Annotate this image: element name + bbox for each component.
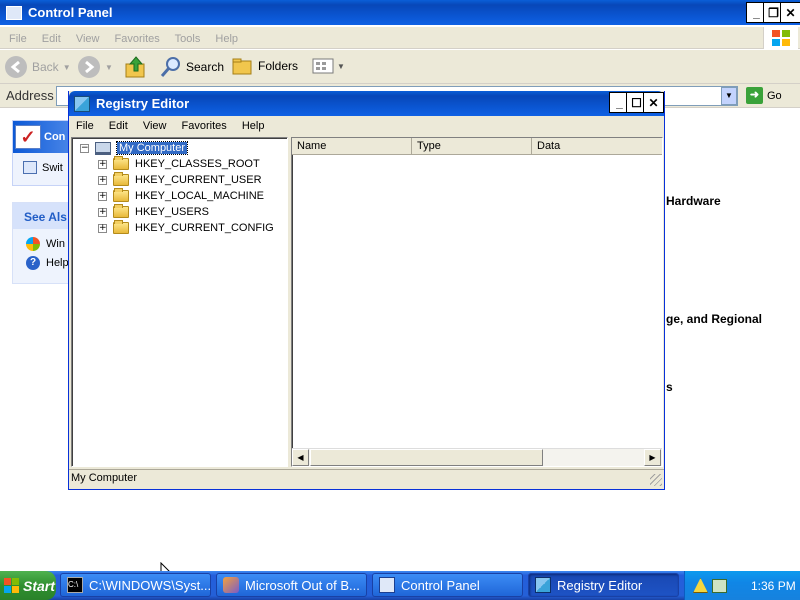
folder-icon — [113, 220, 129, 234]
collapse-toggle-icon[interactable]: − — [80, 143, 89, 153]
folder-icon — [113, 156, 129, 170]
start-button[interactable]: Start — [0, 571, 56, 600]
registry-editor-title: Registry Editor — [96, 96, 190, 111]
resize-grip-icon[interactable] — [650, 474, 662, 486]
menu-tools[interactable]: Tools — [175, 33, 201, 45]
expand-toggle-icon[interactable]: + — [98, 191, 107, 201]
column-header-name[interactable]: Name — [292, 138, 412, 155]
folder-icon — [113, 188, 129, 202]
search-icon — [160, 57, 180, 77]
tree-item-hkey[interactable]: + HKEY_LOCAL_MACHINE — [98, 188, 264, 204]
folders-icon — [232, 58, 252, 75]
column-header-type[interactable]: Type — [412, 138, 532, 155]
scroll-left-button[interactable]: ◀ — [292, 449, 309, 466]
oobe-icon — [223, 577, 239, 593]
registry-editor-task-icon — [535, 577, 551, 593]
scroll-right-button[interactable]: ▶ — [644, 449, 661, 466]
expand-toggle-icon[interactable]: + — [98, 175, 107, 185]
control-panel-titlebar[interactable]: Control Panel _ ❐ ✕ — [0, 0, 800, 25]
control-panel-icon — [6, 5, 22, 20]
views-icon — [312, 58, 334, 74]
registry-values-pane[interactable]: Name Type Data ◀ ▶ — [291, 137, 663, 467]
up-folder-button[interactable] — [124, 55, 148, 82]
menu-view[interactable]: View — [76, 33, 100, 45]
tree-item-hkey[interactable]: + HKEY_USERS — [98, 204, 209, 220]
taskbar-button-control-panel[interactable]: Control Panel — [372, 573, 523, 597]
see-also-windows-update[interactable]: Win — [13, 229, 71, 251]
category-hardware[interactable]: Hardware — [666, 194, 721, 208]
tree-item-hkey[interactable]: + HKEY_CURRENT_CONFIG — [98, 220, 274, 236]
status-bar: My Computer — [69, 469, 664, 488]
switch-view-link[interactable]: Swit — [13, 153, 71, 174]
tree-item-hkey[interactable]: + HKEY_CLASSES_ROOT — [98, 156, 260, 172]
regedit-close-button[interactable]: ✕ — [643, 92, 664, 113]
tree-item-my-computer[interactable]: − My Computer — [80, 140, 189, 156]
switch-view-icon — [23, 161, 37, 174]
computer-icon — [95, 141, 111, 155]
menu-favorites[interactable]: Favorites — [115, 33, 160, 45]
search-button[interactable]: Search — [160, 56, 224, 78]
see-also-title: See Als — [13, 203, 71, 229]
back-button[interactable]: Back ▼ — [4, 55, 71, 79]
clock[interactable]: 1:36 PM — [751, 579, 796, 593]
menu-help[interactable]: Help — [215, 33, 238, 45]
my-computer-label: My Computer — [115, 141, 189, 155]
windows-update-icon — [26, 237, 40, 251]
regedit-menu-file[interactable]: File — [76, 120, 94, 132]
address-label: Address — [6, 88, 54, 103]
control-panel-task-pane: ✓ Con Swit — [12, 120, 72, 186]
address-dropdown-button[interactable]: ▼ — [721, 87, 737, 105]
security-alert-icon[interactable] — [693, 578, 708, 593]
folder-icon — [113, 204, 129, 218]
control-panel-task-icon — [379, 577, 395, 593]
menu-edit[interactable]: Edit — [42, 33, 61, 45]
taskbar-button-registry-editor[interactable]: Registry Editor — [528, 573, 679, 597]
go-arrow-icon: ➜ — [746, 87, 763, 104]
go-button[interactable]: ➜ Go — [746, 87, 782, 104]
category-accessibility[interactable]: s — [666, 380, 673, 394]
taskbar-button-cmd[interactable]: C:\ C:\WINDOWS\Syst... — [60, 573, 211, 597]
scroll-thumb[interactable] — [310, 449, 543, 466]
network-icon[interactable] — [712, 578, 727, 593]
regedit-menu-help[interactable]: Help — [242, 120, 265, 132]
registry-tree-pane[interactable]: − My Computer + HKEY_CLASSES_ROOT + HKEY_C… — [71, 137, 288, 467]
category-regional[interactable]: ge, and Regional — [666, 312, 762, 326]
checklist-icon: ✓ — [15, 125, 41, 149]
registry-editor-window: Registry Editor _ ☐ ✕ File Edit View Fav… — [68, 91, 665, 490]
expand-toggle-icon[interactable]: + — [98, 207, 107, 217]
control-panel-toolbar: Back ▼ ▼ Search Folders ▼ — [0, 50, 800, 84]
taskbar-button-oobe[interactable]: Microsoft Out of B... — [216, 573, 367, 597]
tree-item-hkey[interactable]: + HKEY_CURRENT_USER — [98, 172, 262, 188]
see-also-help[interactable]: ? Help — [13, 251, 71, 270]
regedit-menu-edit[interactable]: Edit — [109, 120, 128, 132]
up-arrow-icon — [125, 56, 145, 78]
cmd-icon: C:\ — [67, 577, 83, 593]
windows-flag-icon — [4, 578, 19, 593]
folders-button[interactable]: Folders — [232, 56, 298, 76]
task-pane-header: ✓ Con — [13, 121, 71, 153]
close-button[interactable]: ✕ — [780, 2, 800, 23]
registry-editor-icon — [74, 95, 90, 112]
expand-toggle-icon[interactable]: + — [98, 159, 107, 169]
horizontal-scrollbar[interactable]: ◀ ▶ — [292, 448, 662, 466]
menu-file[interactable]: File — [9, 33, 27, 45]
folder-icon — [113, 172, 129, 186]
views-button[interactable]: ▼ — [312, 57, 345, 75]
system-tray: 1:36 PM — [684, 571, 800, 600]
control-panel-menubar: File Edit View Favorites Tools Help — [0, 27, 800, 49]
back-arrow-icon — [5, 56, 27, 78]
regedit-menu-favorites[interactable]: Favorites — [182, 120, 227, 132]
see-also-pane: See Als Win ? Help — [12, 202, 72, 284]
forward-button[interactable]: ▼ — [77, 55, 113, 79]
forward-arrow-icon — [78, 56, 100, 78]
registry-editor-titlebar[interactable]: Registry Editor _ ☐ ✕ — [69, 91, 664, 116]
column-header-data[interactable]: Data — [532, 138, 662, 155]
windows-logo-icon — [763, 27, 798, 49]
window-title: Control Panel — [28, 5, 113, 20]
expand-toggle-icon[interactable]: + — [98, 223, 107, 233]
help-icon: ? — [26, 256, 40, 270]
regedit-menubar: File Edit View Favorites Help — [76, 120, 276, 132]
status-text: My Computer — [71, 472, 138, 484]
regedit-menu-view[interactable]: View — [143, 120, 167, 132]
